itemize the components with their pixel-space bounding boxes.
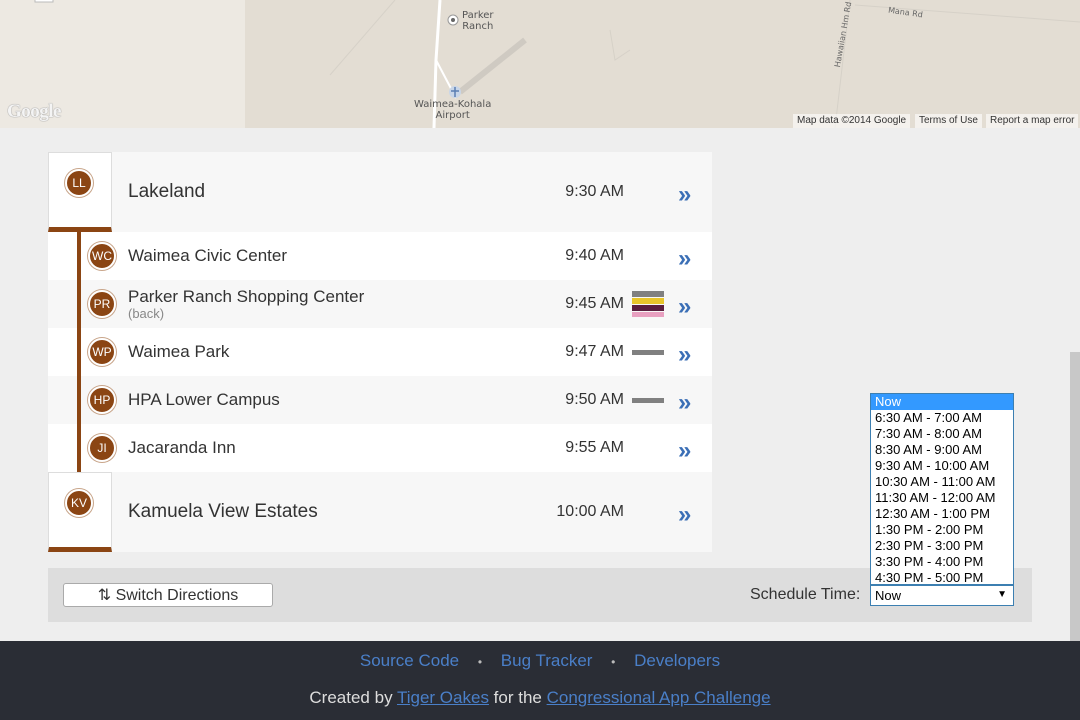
stop-row[interactable]: WP Waimea Park 9:47 AM » xyxy=(48,328,712,376)
chevron-right-icon[interactable]: » xyxy=(678,247,691,271)
stop-time: 9:45 AM xyxy=(565,295,624,312)
schedule-option[interactable]: 11:30 AM - 12:00 AM xyxy=(871,490,1013,506)
credit-text: for the xyxy=(488,688,547,707)
schedule-time-value: Now xyxy=(875,588,902,603)
schedule-time-options[interactable]: Now 6:30 AM - 7:00 AM 7:30 AM - 8:00 AM … xyxy=(870,393,1014,585)
stop-row[interactable]: WC Waimea Civic Center 9:40 AM » xyxy=(48,232,712,280)
stop-code-circle: WP xyxy=(88,338,116,366)
stop-time: 9:55 AM xyxy=(565,439,624,456)
stop-time: 9:30 AM xyxy=(565,183,624,200)
route-line: PR xyxy=(48,280,116,328)
challenge-link[interactable]: Congressional App Challenge xyxy=(547,688,771,707)
route-line: JI xyxy=(48,424,116,472)
stop-name: Jacaranda Inn xyxy=(128,438,236,457)
stop-code-circle: PR xyxy=(88,290,116,318)
stop-time: 9:47 AM xyxy=(565,343,624,360)
stop-row[interactable]: HP HPA Lower Campus 9:50 AM » xyxy=(48,376,712,424)
chevron-right-icon[interactable]: » xyxy=(678,439,691,463)
separator: • xyxy=(477,654,483,669)
schedule-option[interactable]: 6:30 AM - 7:00 AM xyxy=(871,410,1013,426)
stop-time: 9:40 AM xyxy=(565,247,624,264)
switch-directions-button[interactable]: ⇅ Switch Directions xyxy=(63,583,273,607)
dropdown-arrow-icon: ▼ xyxy=(997,589,1007,600)
stop-row[interactable]: JI Jacaranda Inn 9:55 AM » xyxy=(48,424,712,472)
stop-name: Lakeland xyxy=(128,181,206,202)
schedule-option[interactable]: 12:30 AM - 1:00 PM xyxy=(871,506,1013,522)
map[interactable]: Parker Ranch Waimea-Kohala Airport Mana Rd… xyxy=(0,0,1080,128)
route-origin-row[interactable]: LL Lakeland 9:30 AM » xyxy=(48,152,712,232)
stop-time: 10:00 AM xyxy=(556,503,624,520)
stop-name: Waimea Park xyxy=(128,342,230,361)
footer-credit: Created by Tiger Oakes for the Congressi… xyxy=(0,688,1080,708)
schedule-time-label: Schedule Time: xyxy=(750,586,861,603)
stop-code-circle: LL xyxy=(65,169,93,197)
route-destination-row[interactable]: KV Kamuela View Estates 10:00 AM » xyxy=(48,472,712,552)
route-color-swatch xyxy=(632,291,664,317)
developers-link[interactable]: Developers xyxy=(634,651,720,670)
route-timetable: LL Lakeland 9:30 AM » WC Waimea Civic Ce… xyxy=(48,152,712,552)
chevron-right-icon[interactable]: » xyxy=(678,503,691,527)
stop-badge: LL xyxy=(48,152,112,232)
google-logo: Google xyxy=(7,101,62,122)
map-label-parker-ranch: Parker Ranch xyxy=(462,10,494,32)
chevron-right-icon[interactable]: » xyxy=(678,295,691,319)
schedule-option[interactable]: 2:30 PM - 3:00 PM xyxy=(871,538,1013,554)
stop-name: Waimea Civic Center xyxy=(128,246,288,265)
map-data-attribution: Map data ©2014 Google xyxy=(793,114,911,128)
report-map-error-link[interactable]: Report a map error xyxy=(986,114,1079,128)
stop-code-circle: WC xyxy=(88,242,116,270)
route-line: WP xyxy=(48,328,116,376)
stop-badge: KV xyxy=(48,472,112,552)
stop-row[interactable]: PR Parker Ranch Shopping Center (back) 9… xyxy=(48,280,712,328)
schedule-option[interactable]: 7:30 AM - 8:00 AM xyxy=(871,426,1013,442)
chevron-right-icon[interactable]: » xyxy=(678,183,691,207)
map-roads xyxy=(0,0,1080,128)
author-link[interactable]: Tiger Oakes xyxy=(397,688,489,707)
schedule-option[interactable]: Now xyxy=(871,394,1013,410)
schedule-time-select[interactable]: Now ▼ xyxy=(870,585,1014,606)
chevron-right-icon[interactable]: » xyxy=(678,343,691,367)
map-label-airport: Waimea-Kohala Airport xyxy=(414,99,492,121)
stop-name: Parker Ranch Shopping Center xyxy=(128,287,365,306)
schedule-option[interactable]: 10:30 AM - 11:00 AM xyxy=(871,474,1013,490)
stop-time: 9:50 AM xyxy=(565,391,624,408)
schedule-option[interactable]: 3:30 PM - 4:00 PM xyxy=(871,554,1013,570)
chevron-right-icon[interactable]: » xyxy=(678,391,691,415)
bug-tracker-link[interactable]: Bug Tracker xyxy=(501,651,593,670)
stop-code-circle: HP xyxy=(88,386,116,414)
terms-of-use-link[interactable]: Terms of Use xyxy=(915,114,982,128)
footer-links: Source Code • Bug Tracker • Developers xyxy=(0,651,1080,671)
schedule-option[interactable]: 9:30 AM - 10:00 AM xyxy=(871,458,1013,474)
stop-name: Kamuela View Estates xyxy=(128,501,318,522)
schedule-option[interactable]: 1:30 PM - 2:00 PM xyxy=(871,522,1013,538)
schedule-option[interactable]: 4:30 PM - 5:00 PM xyxy=(871,570,1013,586)
route-line: HP xyxy=(48,376,116,424)
stop-subtitle: (back) xyxy=(128,306,165,321)
source-code-link[interactable]: Source Code xyxy=(360,651,459,670)
stop-name: HPA Lower Campus xyxy=(128,390,280,409)
stop-code-circle: JI xyxy=(88,434,116,462)
route-line: WC xyxy=(48,232,116,280)
route-color-swatch xyxy=(632,398,664,403)
footer: Source Code • Bug Tracker • Developers C… xyxy=(0,641,1080,720)
stop-code-circle: KV xyxy=(65,489,93,517)
schedule-option[interactable]: 8:30 AM - 9:00 AM xyxy=(871,442,1013,458)
credit-text: Created by xyxy=(309,688,397,707)
separator: • xyxy=(611,654,616,669)
route-color-swatch xyxy=(632,350,664,355)
